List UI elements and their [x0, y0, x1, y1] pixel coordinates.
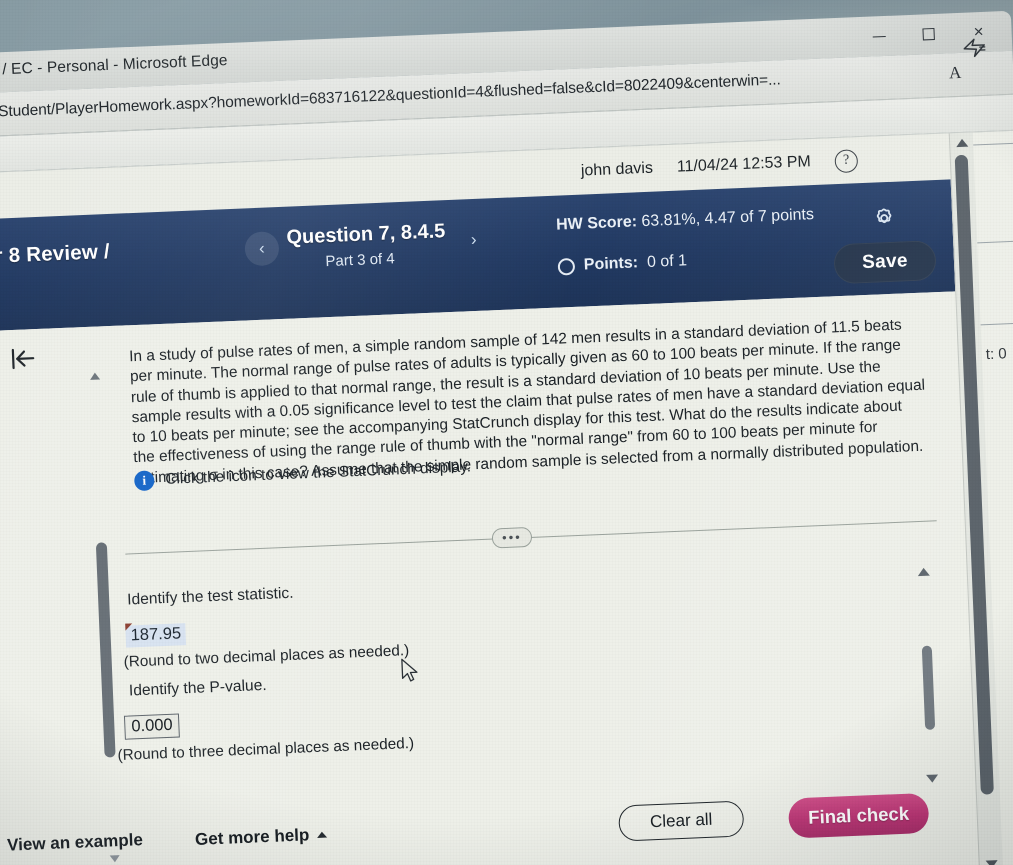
scroll-up-icon[interactable]: [955, 138, 969, 148]
scroll-up-icon[interactable]: [917, 567, 930, 577]
chevron-up-icon: [317, 831, 328, 838]
points-status-circle-icon: [557, 257, 576, 276]
clear-all-button[interactable]: Clear all: [618, 800, 745, 842]
next-question-button[interactable]: ›: [456, 222, 491, 257]
pearson-page: john davis 11/04/24 12:53 PM ? hapter 8 …: [0, 130, 1013, 865]
scrollbar-thumb[interactable]: [95, 542, 116, 758]
hw-score-value: 63.81%, 4.47 of 7 points: [641, 206, 815, 231]
get-more-help-label: Get more help: [194, 825, 310, 849]
maximize-button[interactable]: [903, 14, 955, 54]
test-statistic-prompt: Identify the test statistic.: [126, 584, 294, 609]
mouse-cursor-icon: [400, 658, 421, 685]
scroll-down-icon[interactable]: [926, 774, 939, 783]
scroll-down-icon[interactable]: [109, 855, 120, 863]
answer-pane-scrollbar[interactable]: [917, 567, 940, 783]
final-check-button[interactable]: Final check: [787, 792, 930, 839]
browser-tab-title: 8 Review / EC - Personal - Microsoft Edg…: [0, 51, 228, 81]
scroll-up-icon[interactable]: [89, 372, 101, 380]
test-statistic-input[interactable]: 187.95: [125, 623, 187, 648]
points-label: Points:: [583, 254, 639, 274]
monitor-content: 8 Review / EC - Personal - Microsoft Edg…: [0, 0, 1013, 865]
save-button[interactable]: Save: [833, 240, 937, 285]
question-part-label: Part 3 of 4: [325, 250, 395, 271]
hw-score: HW Score: 63.81%, 4.47 of 7 points: [556, 205, 819, 236]
help-icon[interactable]: ?: [834, 148, 859, 173]
points-value: 0 of 1: [646, 252, 688, 271]
info-icon[interactable]: i: [133, 470, 155, 492]
question-text: In a study of pulse rates of men, a simp…: [128, 316, 926, 487]
scroll-down-icon[interactable]: [985, 860, 998, 865]
background-cursor-icon: [961, 36, 988, 61]
user-name: john davis: [580, 159, 654, 180]
test-statistic-hint: (Round to two decimal places as needed.): [123, 642, 410, 671]
p-value-input[interactable]: 0.000: [123, 713, 181, 740]
minimize-button[interactable]: [853, 16, 905, 56]
p-value-hint: (Round to three decimal places as needed…: [117, 734, 415, 765]
question-title: Question 7, 8.4.5: [286, 220, 446, 249]
answer-flag-icon: [125, 623, 133, 631]
scrollbar-thumb[interactable]: [921, 645, 936, 730]
hw-score-label: HW Score:: [555, 213, 638, 234]
get-more-help-button[interactable]: Get more help: [195, 825, 328, 850]
homework-title: hapter 8 Review /: [0, 239, 111, 270]
exercise-body: In a study of pulse rates of men, a simp…: [0, 291, 980, 865]
read-aloud-icon[interactable]: A: [949, 63, 962, 83]
view-an-example-button[interactable]: View an example: [7, 830, 143, 856]
gear-icon[interactable]: [872, 206, 897, 231]
p-value-prompt: Identify the P-value.: [128, 676, 267, 700]
background-window-text: t: 0: [985, 345, 1008, 364]
photographed-screen: 8 Review / EC - Personal - Microsoft Edg…: [0, 0, 1013, 865]
previous-question-button[interactable]: ‹: [244, 231, 280, 267]
test-statistic-value: 187.95: [130, 624, 182, 645]
back-to-start-icon[interactable]: [7, 345, 38, 378]
current-datetime: 11/04/24 12:53 PM: [676, 153, 812, 176]
points-row: Points: 0 of 1: [557, 252, 688, 276]
more-options-button[interactable]: •••: [491, 526, 533, 549]
exercise-pane-scrollbar[interactable]: [88, 372, 122, 863]
